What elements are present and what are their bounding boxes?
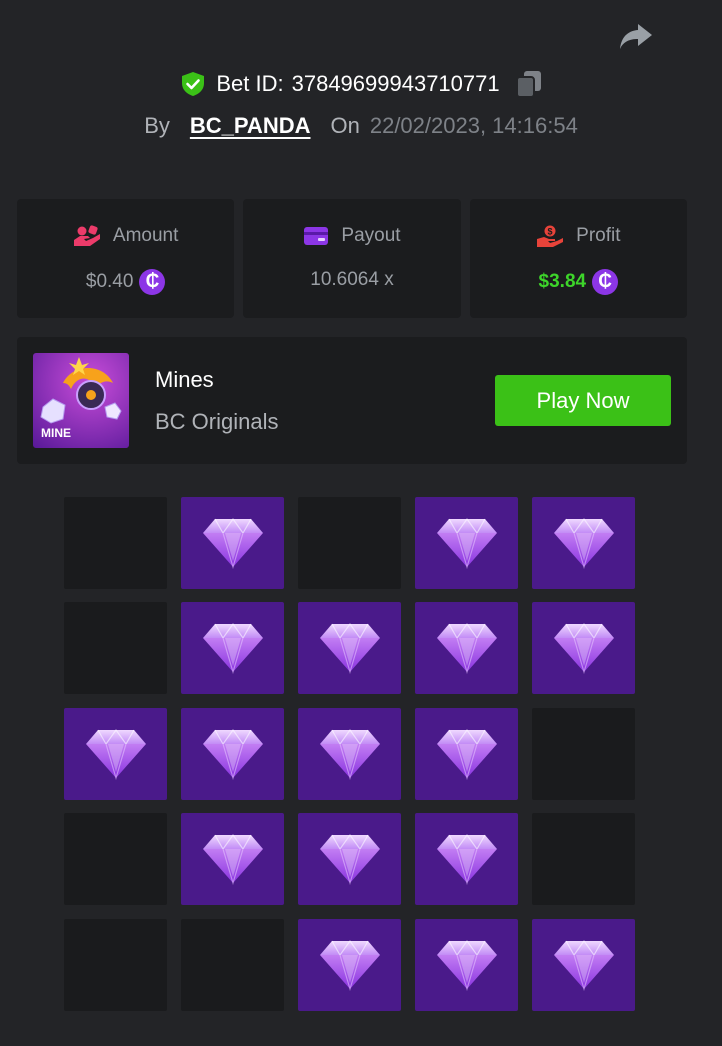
hand-coins-icon (73, 225, 100, 246)
mine-tile-gem (532, 919, 635, 1011)
mine-tile-gem (64, 708, 167, 800)
mine-tile-gem (181, 708, 284, 800)
gem-icon (201, 517, 265, 569)
mine-tile-empty (64, 602, 167, 694)
gem-icon (201, 833, 265, 885)
gem-icon (318, 833, 382, 885)
payout-label: Payout (341, 225, 401, 246)
bet-id-value: 37849699943710771 (291, 71, 500, 96)
on-label: On (330, 113, 360, 138)
mine-tile-empty (298, 497, 401, 589)
svg-text:$: $ (548, 227, 553, 237)
wallet-card-icon (304, 227, 329, 245)
mine-tile-gem (298, 919, 401, 1011)
gem-icon (435, 833, 499, 885)
shield-check-icon (180, 71, 206, 97)
game-card: MINE Mines BC Originals Play Now (17, 337, 687, 464)
mine-tile-gem (181, 497, 284, 589)
gem-icon (435, 517, 499, 569)
mine-tile-gem (298, 708, 401, 800)
gem-icon (435, 728, 499, 780)
bet-stats: Amount $0.40 ₵ Payout 10.6064 x $ Profit… (17, 199, 687, 318)
mine-tile-empty (64, 919, 167, 1011)
profit-card: $ Profit $3.84 ₵ (469, 199, 687, 318)
mine-tile-empty (181, 919, 284, 1011)
gem-icon (552, 517, 616, 569)
game-provider: BC Originals (155, 409, 279, 434)
mine-tile-empty (532, 813, 635, 905)
thumb-label: MINE (41, 426, 71, 440)
mine-tile-empty (532, 708, 635, 800)
profit-value: $3.84 (538, 271, 587, 292)
mine-tile-gem (415, 602, 518, 694)
by-label: By (144, 113, 170, 138)
mine-tile-gem (415, 919, 518, 1011)
hand-money-icon: $ (537, 225, 564, 247)
gem-icon (318, 622, 382, 674)
gem-icon (318, 939, 382, 991)
mine-tile-gem (415, 708, 518, 800)
gem-icon (201, 622, 265, 674)
profit-label: Profit (576, 225, 621, 246)
mine-tile-gem (181, 813, 284, 905)
mine-tile-empty (64, 497, 167, 589)
amount-value: $0.40 (85, 271, 134, 292)
gem-icon (552, 939, 616, 991)
bet-datetime: 22/02/2023, 14:16:54 (369, 113, 578, 138)
amount-card: Amount $0.40 ₵ (17, 199, 235, 318)
gem-icon (84, 728, 148, 780)
mine-tile-gem (532, 497, 635, 589)
bet-id-row: Bet ID: 37849699943710771 (0, 66, 722, 102)
mine-tile-gem (298, 813, 401, 905)
mine-tile-gem (298, 602, 401, 694)
username-link[interactable]: BC_PANDA (190, 113, 311, 139)
mine-tile-empty (64, 813, 167, 905)
mine-tile-gem (415, 497, 518, 589)
currency-coin-icon: ₵ (139, 269, 166, 295)
gem-icon (201, 728, 265, 780)
payout-value: 10.6064 x (310, 269, 394, 290)
gem-icon (318, 728, 382, 780)
share-icon[interactable] (618, 20, 654, 52)
gem-icon (552, 622, 616, 674)
payout-card: Payout 10.6064 x (243, 199, 461, 318)
gem-icon (435, 622, 499, 674)
mine-tile-gem (532, 602, 635, 694)
mines-grid (64, 497, 635, 1012)
mines-game-thumbnail[interactable]: MINE (33, 353, 129, 448)
mine-tile-gem (181, 602, 284, 694)
bet-meta-row: By BC_PANDA On 22/02/2023, 14:16:54 (0, 108, 722, 144)
gem-icon (435, 939, 499, 991)
mine-tile-gem (415, 813, 518, 905)
bet-id-label: Bet ID: (216, 71, 284, 96)
amount-label: Amount (112, 225, 179, 246)
copy-icon[interactable] (515, 70, 542, 98)
currency-coin-icon: ₵ (592, 269, 619, 295)
game-title: Mines (155, 367, 214, 392)
play-now-button[interactable]: Play Now (495, 375, 671, 426)
